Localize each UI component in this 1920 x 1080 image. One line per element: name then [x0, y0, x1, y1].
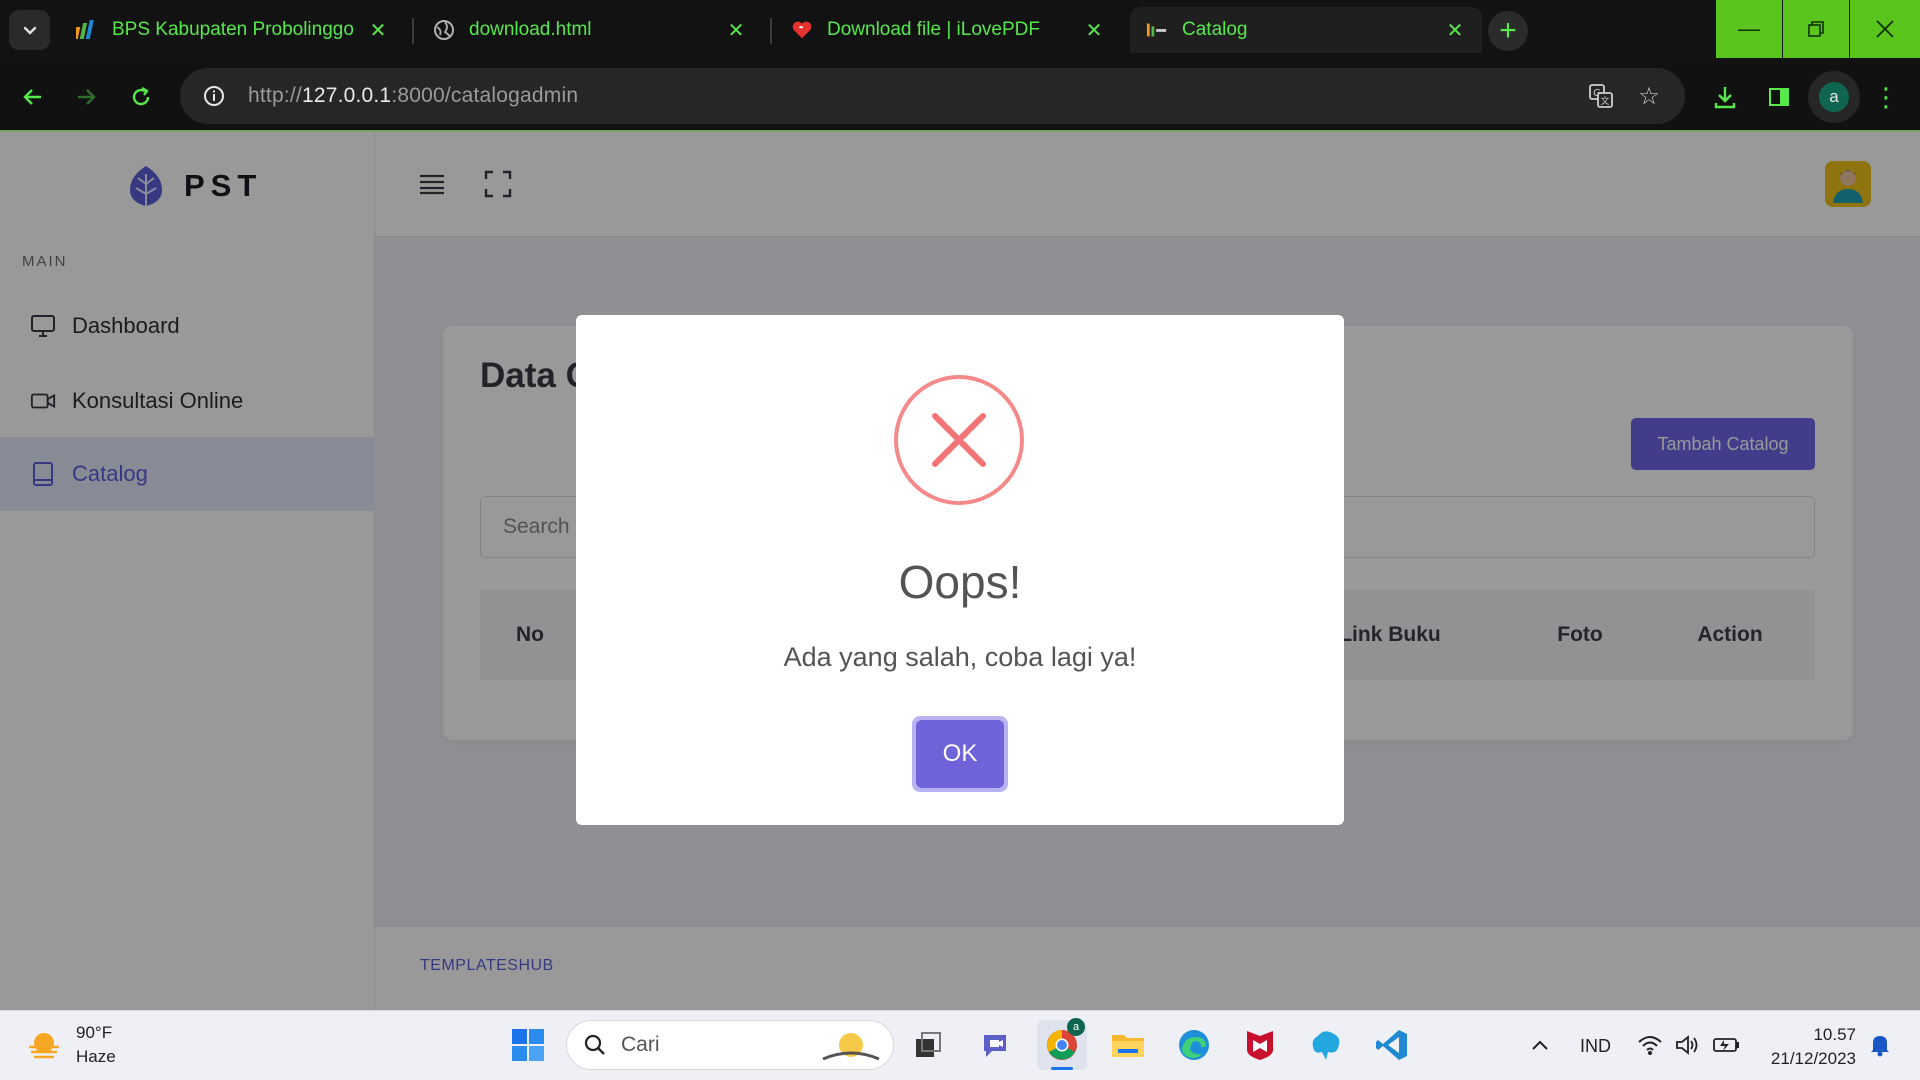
- tab-label: Download file | iLovePDF: [827, 19, 1040, 40]
- chrome-taskbar-icon[interactable]: a: [1037, 1018, 1087, 1070]
- file-explorer-icon[interactable]: [1103, 1020, 1153, 1070]
- system-clock[interactable]: 10.57 21/12/2023: [1752, 1023, 1856, 1071]
- notification-bell-icon[interactable]: [1858, 1020, 1902, 1070]
- minimize-button[interactable]: —: [1716, 0, 1782, 58]
- reload-button[interactable]: [121, 77, 161, 117]
- tab-ilovepdf[interactable]: Download file | iLovePDF ✕: [775, 7, 1121, 53]
- arrow-left-icon: [23, 89, 41, 105]
- tab-label: download.html: [469, 19, 592, 40]
- windows-taskbar: 90°F Haze Cari a IND 10.57 21/12/2023: [0, 1010, 1920, 1080]
- error-dialog: Oops! Ada yang salah, coba lagi ya! OK: [576, 315, 1344, 825]
- chevron-down-icon: [23, 26, 36, 35]
- weather-widget[interactable]: 90°F Haze: [26, 1021, 116, 1069]
- tab-separator: [770, 18, 772, 44]
- new-tab-button[interactable]: +: [1488, 11, 1528, 51]
- minimize-icon: —: [1738, 16, 1760, 41]
- weather-text: 90°F Haze: [76, 1021, 116, 1069]
- teams-chat-icon[interactable]: [971, 1020, 1021, 1070]
- tab-label: Catalog: [1182, 19, 1248, 40]
- restore-button[interactable]: [1783, 0, 1849, 58]
- side-panel-icon[interactable]: [1759, 77, 1799, 117]
- tab-label: BPS Kabupaten Probolinggo: [112, 19, 354, 40]
- mcafee-icon[interactable]: [1235, 1020, 1285, 1070]
- profile-button[interactable]: a: [1808, 71, 1860, 123]
- edge-browser-icon[interactable]: [1169, 1020, 1219, 1070]
- task-view-icon[interactable]: [903, 1020, 953, 1070]
- show-hidden-icons-button[interactable]: [1514, 1020, 1566, 1070]
- dialog-title: Oops!: [898, 556, 1022, 608]
- close-icon: [1876, 20, 1894, 38]
- address-bar[interactable]: http://127.0.0.1:8000/catalogadmin G文 ☆: [180, 68, 1685, 124]
- search-highlight-icon: [822, 1033, 880, 1061]
- close-icon[interactable]: ✕: [725, 19, 747, 42]
- tab-catalog[interactable]: Catalog ✕: [1130, 7, 1482, 53]
- bps-favicon: [76, 19, 98, 41]
- search-placeholder: Cari: [621, 1033, 660, 1056]
- tab-bps[interactable]: BPS Kabupaten Probolinggo ✕: [60, 7, 405, 53]
- search-icon: [584, 1034, 605, 1055]
- cloud-app-icon[interactable]: [1301, 1020, 1351, 1070]
- arrow-right-icon: [78, 89, 96, 105]
- browser-toolbar: http://127.0.0.1:8000/catalogadmin G文 ☆ …: [0, 62, 1920, 132]
- weather-description: Haze: [76, 1047, 116, 1066]
- ok-button-focus-ring: OK: [912, 716, 1008, 792]
- windows-logo-icon: [512, 1029, 544, 1061]
- language-indicator[interactable]: IND: [1580, 1036, 1611, 1057]
- download-icon[interactable]: [1705, 77, 1745, 117]
- taskbar-search[interactable]: Cari: [566, 1020, 894, 1070]
- tab-download-html[interactable]: download.html ✕: [417, 7, 763, 53]
- profile-avatar: a: [1819, 82, 1849, 112]
- close-window-button[interactable]: [1850, 0, 1920, 58]
- active-app-indicator: [1051, 1067, 1073, 1070]
- clock-date: 21/12/2023: [1770, 1049, 1856, 1068]
- sun-haze-icon: [28, 1033, 60, 1059]
- bookmark-star-icon[interactable]: ☆: [1629, 76, 1669, 116]
- dialog-message: Ada yang salah, coba lagi ya!: [783, 642, 1137, 672]
- browser-titlebar: BPS Kabupaten Probolinggo ✕ download.htm…: [0, 0, 1920, 62]
- start-button[interactable]: [503, 1020, 553, 1070]
- plus-icon: +: [1499, 14, 1517, 47]
- weather-temperature: 90°F: [76, 1023, 113, 1042]
- reload-icon: [132, 86, 150, 106]
- chrome-profile-badge: a: [1067, 1018, 1085, 1036]
- battery-icon[interactable]: [1704, 1020, 1748, 1070]
- error-x-icon: [894, 375, 1024, 505]
- globe-icon: [433, 19, 455, 41]
- catalog-favicon: [1146, 19, 1168, 41]
- ok-button[interactable]: OK: [916, 720, 1004, 788]
- close-icon[interactable]: ✕: [367, 19, 389, 42]
- tab-separator: [412, 18, 414, 44]
- close-icon[interactable]: ✕: [1444, 19, 1466, 42]
- url-text: http://127.0.0.1:8000/catalogadmin: [248, 84, 579, 107]
- back-button[interactable]: [13, 77, 53, 117]
- vscode-icon[interactable]: [1367, 1020, 1417, 1070]
- translate-icon[interactable]: G文: [1581, 76, 1621, 116]
- site-info-icon[interactable]: [188, 74, 240, 118]
- more-menu-icon[interactable]: ⋮: [1866, 77, 1906, 117]
- page-content: PST MAIN Dashboard Konsultasi Online Cat…: [0, 132, 1920, 1010]
- tab-search-button[interactable]: [9, 10, 50, 50]
- svg-text:文: 文: [1600, 95, 1609, 107]
- forward-button[interactable]: [66, 77, 106, 117]
- ilovepdf-heart-icon: [791, 19, 813, 41]
- chevron-up-icon: [1532, 1040, 1548, 1050]
- restore-icon: [1808, 21, 1824, 37]
- close-icon[interactable]: ✕: [1083, 19, 1105, 42]
- clock-time: 10.57: [1813, 1025, 1856, 1044]
